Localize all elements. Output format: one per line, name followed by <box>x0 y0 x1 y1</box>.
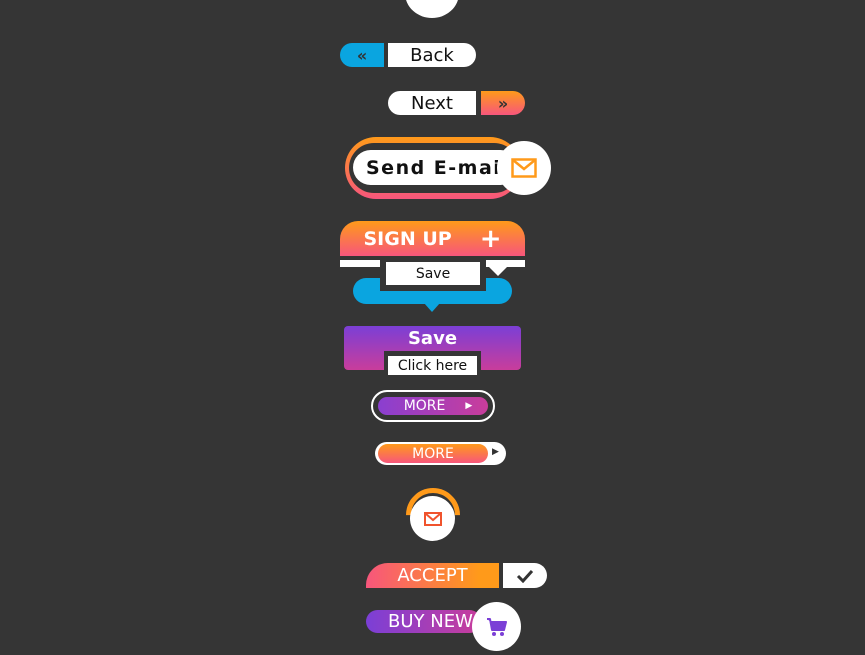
send-email-button[interactable]: Send E-mail <box>353 150 518 185</box>
back-button[interactable]: Back <box>388 43 476 67</box>
chevrons-right-icon: » <box>497 93 509 113</box>
back-button-icon-part[interactable]: « <box>340 43 384 67</box>
accept-label: ACCEPT <box>397 565 468 586</box>
save-tooltip-button[interactable]: Save <box>386 262 480 285</box>
buy-new-label: BUY NEW <box>388 611 473 632</box>
save-tooltip-label: Save <box>415 265 451 282</box>
chevrons-left-icon: « <box>356 45 368 65</box>
more-label: MORE <box>403 398 446 414</box>
click-here-tooltip: Click here <box>388 356 477 375</box>
play-icon: ▶ <box>465 401 473 411</box>
send-email-label: Send E-mail <box>366 156 510 179</box>
next-label: Next <box>411 92 453 114</box>
top-circle-button[interactable] <box>405 0 459 18</box>
envelope-icon <box>423 511 442 526</box>
send-email-icon-button[interactable] <box>497 141 551 195</box>
back-label: Back <box>410 44 454 66</box>
next-button[interactable]: Next <box>388 91 476 115</box>
next-button-icon-part[interactable]: » <box>481 91 525 115</box>
buy-new-button[interactable]: BUY NEW <box>366 610 481 633</box>
mail-round-button[interactable] <box>410 496 455 541</box>
check-icon <box>516 569 534 583</box>
more-label: MORE <box>412 445 454 462</box>
envelope-icon <box>511 158 537 178</box>
more-orange-label-part[interactable]: MORE <box>378 444 488 463</box>
cart-button[interactable] <box>472 602 521 651</box>
accept-button[interactable]: ACCEPT <box>366 563 499 588</box>
sign-up-button[interactable]: SIGN UP + <box>340 221 525 256</box>
more-purple-button[interactable]: MORE ▶ <box>378 397 488 415</box>
cart-icon <box>486 617 507 636</box>
click-here-label: Click here <box>397 357 468 374</box>
small-pointer <box>489 267 507 276</box>
play-icon: ▶ <box>492 447 499 457</box>
plus-icon: + <box>479 223 502 254</box>
save-label: Save <box>407 328 458 349</box>
accept-check-button[interactable] <box>503 563 547 588</box>
sign-up-label: SIGN UP <box>363 227 452 250</box>
